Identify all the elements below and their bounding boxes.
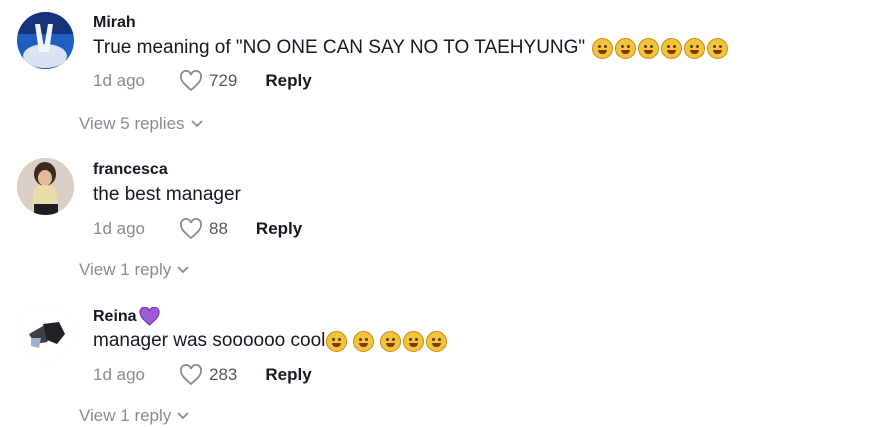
chevron-down-icon (190, 120, 203, 128)
comment-text: True meaning of "NO ONE CAN SAY NO TO TA… (93, 37, 729, 59)
comment-time: 1d ago (93, 365, 145, 384)
username-label: Mirah (93, 14, 136, 31)
reply-button[interactable]: Reply (265, 365, 311, 385)
view-replies-button[interactable]: View 5 replies (79, 114, 203, 134)
reply-button[interactable]: Reply (265, 71, 311, 91)
rolling-laughing-emoji (684, 37, 706, 59)
emoji-group (592, 37, 729, 59)
username-label: francesca (93, 161, 168, 178)
view-replies-button[interactable]: View 1 reply (79, 406, 189, 426)
comment-time: 1d ago (93, 219, 145, 238)
view-replies-label: View 1 reply (79, 260, 172, 279)
view-replies-label: View 5 replies (79, 114, 185, 133)
comment-text: the best manager (93, 184, 241, 206)
comment-username[interactable]: Reina (93, 307, 160, 326)
heart-outline-icon (180, 218, 202, 240)
comment-meta: 1d ago 88 Reply (93, 218, 302, 240)
comment-text-label: True meaning of "NO ONE CAN SAY NO TO TA… (93, 37, 586, 58)
comment-item: Reina manager was soooooo cool 1d ago 28… (0, 292, 891, 428)
comment-text-label: the best manager (93, 184, 241, 205)
rolling-laughing-emoji (638, 37, 660, 59)
like-button[interactable]: 88 (179, 218, 228, 240)
rolling-laughing-emoji (661, 37, 683, 59)
rolling-laughing-emoji (592, 37, 614, 59)
comment-username[interactable]: Mirah (93, 14, 136, 32)
rolling-laughing-emoji (380, 330, 402, 352)
rolling-laughing-emoji (403, 330, 425, 352)
reply-button[interactable]: Reply (256, 219, 302, 239)
chevron-down-icon (177, 412, 189, 420)
heart-outline-icon (180, 364, 202, 386)
comment-text: manager was soooooo cool (93, 330, 448, 352)
comment-item: Mirah True meaning of "NO ONE CAN SAY NO… (0, 0, 891, 140)
like-count: 88 (209, 219, 228, 238)
like-count: 729 (209, 71, 238, 90)
like-count: 283 (209, 365, 238, 384)
rolling-laughing-emoji (707, 37, 729, 59)
emoji-group (326, 330, 448, 352)
comment-text-label: manager was soooooo cool (93, 330, 326, 351)
rolling-laughing-emoji (615, 37, 637, 59)
avatar[interactable] (17, 304, 74, 361)
comment-meta: 1d ago 283 Reply (93, 364, 312, 386)
avatar[interactable] (17, 158, 74, 215)
view-replies-button[interactable]: View 1 reply (79, 260, 189, 280)
comment-time: 1d ago (93, 71, 145, 90)
rolling-laughing-emoji (426, 330, 448, 352)
like-button[interactable]: 729 (179, 70, 237, 92)
heart-outline-icon (180, 70, 202, 92)
flushed-face-emoji (326, 330, 348, 352)
username-label: Reina (93, 307, 137, 325)
comment-username[interactable]: francesca (93, 161, 168, 179)
smirk-emoji (353, 330, 375, 352)
purple-heart-icon (139, 307, 160, 326)
comment-item: francesca the best manager 1d ago 88 Rep… (0, 146, 891, 286)
chevron-down-icon (177, 266, 189, 274)
like-button[interactable]: 283 (179, 364, 237, 386)
comment-meta: 1d ago 729 Reply (93, 70, 312, 92)
view-replies-label: View 1 reply (79, 406, 172, 425)
avatar[interactable] (17, 12, 74, 69)
